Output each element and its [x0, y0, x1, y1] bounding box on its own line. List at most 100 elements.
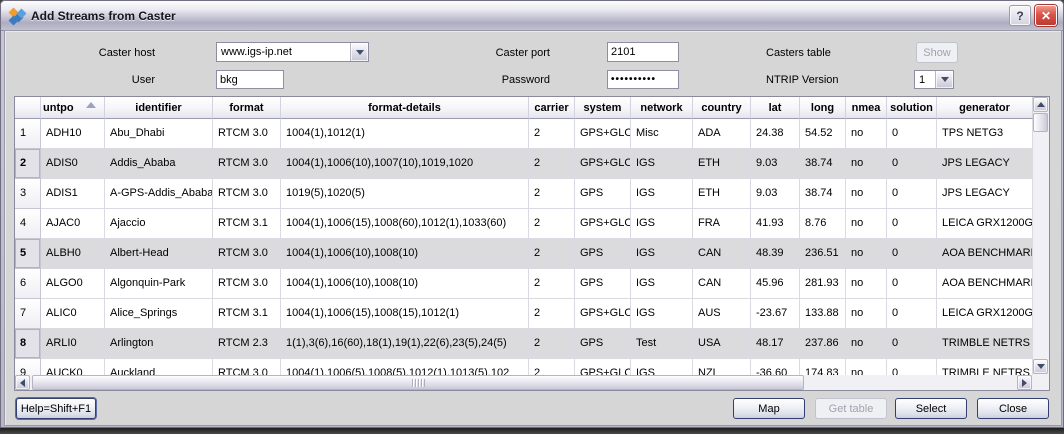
caster-host-select[interactable]: www.igs-ip.net — [216, 42, 369, 62]
cell-lat[interactable]: 48.39 — [751, 239, 800, 269]
cell-network[interactable]: Misc — [631, 119, 693, 149]
titlebar-help-button[interactable]: ? — [1009, 5, 1031, 26]
ntrip-version-select[interactable]: 1 — [914, 70, 954, 89]
row-number[interactable]: 7 — [15, 299, 41, 329]
cell-lat[interactable]: 9.03 — [751, 149, 800, 179]
column-header-format[interactable]: format — [213, 97, 281, 119]
cell-identifier[interactable]: Algonquin-Park — [105, 269, 213, 299]
cell-carrier[interactable]: 2 — [529, 329, 575, 359]
cell-format[interactable]: RTCM 3.0 — [213, 149, 281, 179]
cell-nmea[interactable]: no — [846, 329, 887, 359]
show-button[interactable]: Show — [916, 42, 958, 63]
cell-network[interactable]: IGS — [631, 239, 693, 269]
column-header-network[interactable]: network — [631, 97, 693, 119]
cell-long[interactable]: 38.74 — [800, 149, 846, 179]
scroll-left-icon[interactable] — [15, 375, 30, 390]
cell-system[interactable]: GPS+GLO — [575, 299, 631, 329]
row-number[interactable]: 4 — [15, 209, 41, 239]
cell-solution[interactable]: 0 — [887, 299, 937, 329]
cell-country[interactable]: ETH — [693, 149, 751, 179]
cell-carrier[interactable]: 2 — [529, 359, 575, 375]
cell-identifier[interactable]: Auckland — [105, 359, 213, 375]
cell-nmea[interactable]: no — [846, 239, 887, 269]
cell-format[interactable]: RTCM 3.0 — [213, 239, 281, 269]
row-number[interactable]: 9 — [15, 359, 41, 375]
row-number[interactable]: 5 — [15, 239, 41, 269]
cell-generator[interactable]: AOA BENCHMARK — [937, 269, 1033, 299]
cell-mountpoint[interactable]: AJAC0 — [41, 209, 105, 239]
column-header-long[interactable]: long — [800, 97, 846, 119]
cell-format[interactable]: RTCM 2.3 — [213, 329, 281, 359]
cell-nmea[interactable]: no — [846, 299, 887, 329]
cell-mountpoint[interactable]: ALGO0 — [41, 269, 105, 299]
caster-port-input[interactable] — [607, 42, 679, 62]
column-header-mountpoint[interactable]: untpo — [41, 97, 105, 119]
cell-format-details[interactable]: 1004(1),1006(10),1007(10),1019,1020 — [281, 149, 529, 179]
column-header-rownum[interactable] — [15, 97, 41, 119]
cell-format-details[interactable]: 1004(1),1006(15),1008(60),1012(1),1033(6… — [281, 209, 529, 239]
cell-carrier[interactable]: 2 — [529, 179, 575, 209]
cell-mountpoint[interactable]: ADIS0 — [41, 149, 105, 179]
cell-mountpoint[interactable]: ALIC0 — [41, 299, 105, 329]
cell-lat[interactable]: 9.03 — [751, 179, 800, 209]
cell-lat[interactable]: 41.93 — [751, 209, 800, 239]
cell-country[interactable]: ETH — [693, 179, 751, 209]
table-row[interactable]: 7ALIC0Alice_SpringsRTCM 3.11004(1),1006(… — [15, 299, 1033, 329]
cell-format[interactable]: RTCM 3.0 — [213, 119, 281, 149]
cell-format[interactable]: RTCM 3.1 — [213, 209, 281, 239]
close-button[interactable]: Close — [977, 398, 1049, 419]
cell-identifier[interactable]: Abu_Dhabi — [105, 119, 213, 149]
horizontal-scrollbar-thumb[interactable] — [32, 375, 804, 390]
scroll-down-icon[interactable] — [1033, 359, 1048, 374]
cell-system[interactable]: GPS+GLO — [575, 119, 631, 149]
cell-lat[interactable]: -36.60 — [751, 359, 800, 375]
cell-format[interactable]: RTCM 3.1 — [213, 299, 281, 329]
cell-country[interactable]: CAN — [693, 239, 751, 269]
row-number[interactable]: 8 — [15, 329, 41, 359]
cell-system[interactable]: GPS — [575, 179, 631, 209]
cell-long[interactable]: 237.86 — [800, 329, 846, 359]
cell-generator[interactable]: JPS LEGACY — [937, 179, 1033, 209]
cell-solution[interactable]: 0 — [887, 269, 937, 299]
user-input[interactable] — [216, 70, 284, 89]
column-header-country[interactable]: country — [693, 97, 751, 119]
vertical-scrollbar[interactable] — [1033, 97, 1049, 375]
vertical-scrollbar-thumb[interactable] — [1033, 113, 1048, 132]
cell-network[interactable]: Test — [631, 329, 693, 359]
cell-nmea[interactable]: no — [846, 209, 887, 239]
cell-nmea[interactable]: no — [846, 359, 887, 375]
cell-generator[interactable]: TPS NETG3 — [937, 119, 1033, 149]
cell-mountpoint[interactable]: AUCK0 — [41, 359, 105, 375]
cell-long[interactable]: 281.93 — [800, 269, 846, 299]
column-header-solution[interactable]: solution — [887, 97, 937, 119]
column-header-generator[interactable]: generator — [937, 97, 1033, 119]
cell-format[interactable]: RTCM 3.0 — [213, 359, 281, 375]
cell-system[interactable]: GPS — [575, 269, 631, 299]
column-header-system[interactable]: system — [575, 97, 631, 119]
table-row[interactable]: 9AUCK0AucklandRTCM 3.01004(1),1006(5),10… — [15, 359, 1033, 375]
cell-network[interactable]: IGS — [631, 209, 693, 239]
map-button[interactable]: Map — [733, 398, 805, 419]
cell-identifier[interactable]: A-GPS-Addis_Ababa — [105, 179, 213, 209]
cell-nmea[interactable]: no — [846, 119, 887, 149]
scroll-up-icon[interactable] — [1033, 97, 1048, 112]
cell-mountpoint[interactable]: ALBH0 — [41, 239, 105, 269]
table-row[interactable]: 1ADH10Abu_DhabiRTCM 3.01004(1),1012(1)2G… — [15, 119, 1033, 149]
cell-network[interactable]: IGS — [631, 299, 693, 329]
cell-lat[interactable]: 45.96 — [751, 269, 800, 299]
cell-network[interactable]: IGS — [631, 269, 693, 299]
table-row[interactable]: 2ADIS0Addis_AbabaRTCM 3.01004(1),1006(10… — [15, 149, 1033, 179]
column-header-lat[interactable]: lat — [751, 97, 800, 119]
cell-country[interactable]: AUS — [693, 299, 751, 329]
cell-generator[interactable]: JPS LEGACY — [937, 149, 1033, 179]
cell-carrier[interactable]: 2 — [529, 299, 575, 329]
row-number[interactable]: 2 — [15, 149, 41, 179]
column-header-format-details[interactable]: format-details — [281, 97, 529, 119]
cell-carrier[interactable]: 2 — [529, 269, 575, 299]
help-shortcut-button[interactable]: Help=Shift+F1 — [16, 398, 96, 419]
cell-format[interactable]: RTCM 3.0 — [213, 179, 281, 209]
table-row[interactable]: 5ALBH0Albert-HeadRTCM 3.01004(1),1006(10… — [15, 239, 1033, 269]
cell-system[interactable]: GPS+GLO — [575, 359, 631, 375]
cell-identifier[interactable]: Arlington — [105, 329, 213, 359]
column-header-carrier[interactable]: carrier — [529, 97, 575, 119]
